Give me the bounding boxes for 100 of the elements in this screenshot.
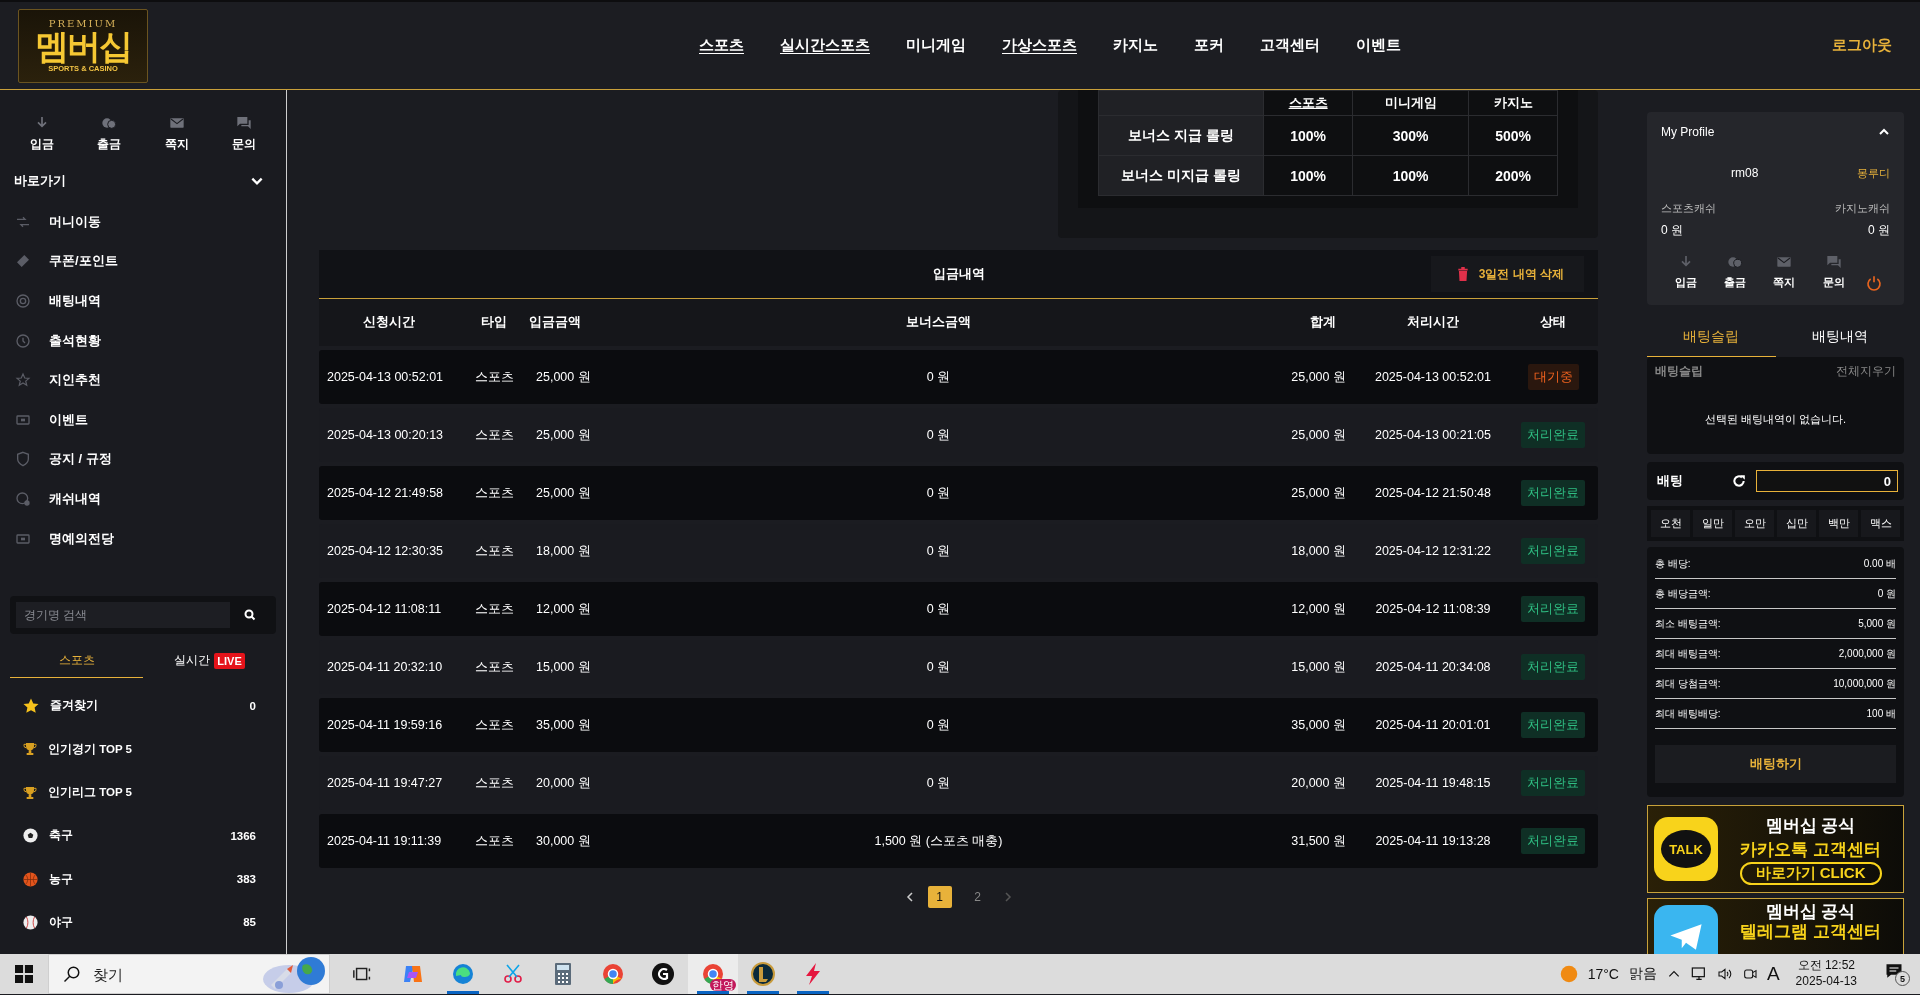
summary-label: 최대 배팅금액:: [1655, 646, 1721, 661]
taskbar-search[interactable]: 찾기: [48, 954, 330, 994]
sidebar-item[interactable]: 배팅내역: [0, 281, 286, 321]
input-method-indicator[interactable]: A: [1766, 963, 1780, 985]
quick-action-button[interactable]: 쪽지: [143, 114, 211, 154]
sport-item[interactable]: 인기경기 TOP 5: [0, 727, 286, 771]
banner[interactable]: TALK 멤버십 공식 카카오톡 고객센터 바로가기 CLICK: [1647, 805, 1904, 893]
refresh-button[interactable]: [1732, 474, 1746, 488]
banner[interactable]: 멤버십 공식 텔레그램 고객센터: [1647, 898, 1904, 954]
summary-value: 0 원: [1877, 586, 1896, 601]
sidebar-item[interactable]: 머니이동: [0, 202, 286, 242]
table-cell-text: 31,500 원: [1290, 832, 1347, 850]
table-cell-text: 15,000 원: [1290, 658, 1347, 676]
clock-time: 오전 12:52: [1797, 958, 1855, 974]
status-badge: 처리완료: [1521, 538, 1585, 564]
sport-name: 축구: [49, 828, 74, 844]
weather-temperature: 17°C: [1587, 966, 1619, 982]
clear-all-link[interactable]: 전체지우기: [1836, 363, 1896, 380]
nav-link[interactable]: 미니게임: [906, 36, 966, 55]
sidebar-item[interactable]: 출석현황: [0, 320, 286, 361]
target-icon: [15, 293, 31, 309]
sport-item[interactable]: 즐겨찾기 0: [0, 684, 286, 728]
refresh-icon: [1732, 474, 1746, 488]
nav-link[interactable]: 카지노: [1113, 36, 1158, 55]
status-badge: 처리완료: [1521, 596, 1585, 622]
amount-button[interactable]: 일만: [1693, 510, 1732, 537]
power-icon: [1866, 275, 1883, 291]
nav-link[interactable]: 스포츠: [699, 36, 744, 55]
coins-icon: [1727, 254, 1744, 270]
bet-button[interactable]: 배팅하기: [1655, 745, 1896, 783]
status-badge: 처리완료: [1521, 480, 1585, 506]
amount-button[interactable]: 오만: [1735, 510, 1774, 537]
sidebar-item[interactable]: 명예의전당: [0, 518, 286, 559]
bet-label: 배팅: [1657, 472, 1684, 490]
previous-page-button[interactable]: [905, 892, 914, 902]
status-badge: 처리완료: [1521, 828, 1585, 854]
quick-action-button[interactable]: 출금: [1718, 253, 1753, 291]
nav-link[interactable]: 포커: [1194, 36, 1224, 55]
taskbar-app[interactable]: 한영: [688, 954, 738, 994]
notification-button[interactable]: 5: [1885, 962, 1910, 986]
table-cell-text: 스포츠: [473, 658, 515, 676]
quick-action-button[interactable]: 문의: [1816, 253, 1851, 291]
sidebar-item[interactable]: 캐쉬내역: [0, 479, 286, 519]
star-icon: [22, 697, 40, 715]
tab[interactable]: 배팅내역: [1775, 317, 1904, 357]
table-cell-text: 35,000 원: [1290, 716, 1347, 734]
quick-action-button[interactable]: 출금: [75, 114, 143, 154]
amount-button[interactable]: 백만: [1819, 510, 1858, 537]
amount-button[interactable]: 맥스: [1861, 510, 1900, 537]
search-field[interactable]: 찾기: [91, 964, 245, 984]
quick-action-button[interactable]: 입금: [1668, 253, 1703, 291]
table-cell-text: 25,000 원: [1290, 368, 1347, 386]
search-field[interactable]: 경기명 검색: [16, 602, 230, 629]
column-header: 스포츠: [1263, 90, 1353, 116]
table-cell-text: 2025-04-11 19:47:27: [326, 776, 444, 790]
table-cell-text: 스포츠: [473, 716, 515, 734]
table-cell-text: 18,000 원: [535, 542, 592, 560]
sport-item[interactable]: 농구 383: [0, 857, 286, 901]
nav-link[interactable]: 실시간스포츠: [780, 36, 870, 55]
table-title: 입금내역: [932, 265, 985, 283]
sidebar-item[interactable]: 쿠폰/포인트: [0, 241, 286, 282]
sidebar-item[interactable]: 이벤트: [0, 399, 286, 440]
banner-text: 카카오톡 고객센터: [1740, 838, 1881, 861]
delete-button[interactable]: 3일전 내역 삭제: [1430, 256, 1584, 292]
quick-action-button[interactable]: 문의: [210, 114, 278, 154]
tab[interactable]: 실시간 LIVE: [143, 644, 276, 679]
sidebar-item[interactable]: 지인추천: [0, 360, 286, 400]
status-badge: 처리완료: [1521, 654, 1585, 680]
sidebar-item[interactable]: 공지 / 규정: [0, 439, 286, 480]
power-button[interactable]: [1866, 275, 1883, 291]
page-button[interactable]: 2: [965, 886, 990, 908]
sport-item[interactable]: 축구 1366: [0, 814, 286, 858]
table-cell-text: 25,000 원: [535, 368, 592, 386]
sport-item[interactable]: 야구 85: [0, 900, 286, 945]
nav-link[interactable]: 이벤트: [1356, 36, 1401, 55]
panel-title: 배팅슬립: [1655, 363, 1703, 380]
table-cell-text: 2025-04-13 00:52:01: [326, 370, 445, 384]
table-cell: 100%: [1263, 115, 1353, 156]
search-icon: [244, 609, 256, 622]
quick-action-button[interactable]: 쪽지: [1767, 253, 1802, 291]
network-icon: [1690, 966, 1707, 982]
column-header: 타입: [480, 314, 508, 331]
row-header: 보너스 미지급 롤링: [1098, 155, 1264, 196]
tab[interactable]: 스포츠: [10, 644, 143, 679]
count: 1366: [230, 829, 256, 842]
baseball-icon: [22, 913, 39, 931]
nav-link[interactable]: 고객센터: [1260, 36, 1320, 55]
quick-action-button[interactable]: 입금: [8, 114, 76, 154]
page-button[interactable]: 1: [927, 886, 952, 908]
sport-item[interactable]: 인기리그 TOP 5: [0, 770, 286, 815]
amount-field[interactable]: 0: [1756, 470, 1898, 492]
table-cell-text: 스포츠: [473, 600, 515, 618]
amount-button[interactable]: 십만: [1777, 510, 1816, 537]
nav-link[interactable]: 가상스포츠: [1002, 36, 1077, 55]
amount-button[interactable]: 오천: [1651, 510, 1690, 537]
logout-link[interactable]: 로그아웃: [1832, 36, 1892, 55]
summary-value: 5,000 원: [1858, 616, 1896, 631]
clock-icon: [15, 332, 31, 349]
table-cell-text: 2025-04-12 11:08:11: [326, 602, 443, 616]
table-cell-text: 25,000 원: [535, 426, 592, 444]
